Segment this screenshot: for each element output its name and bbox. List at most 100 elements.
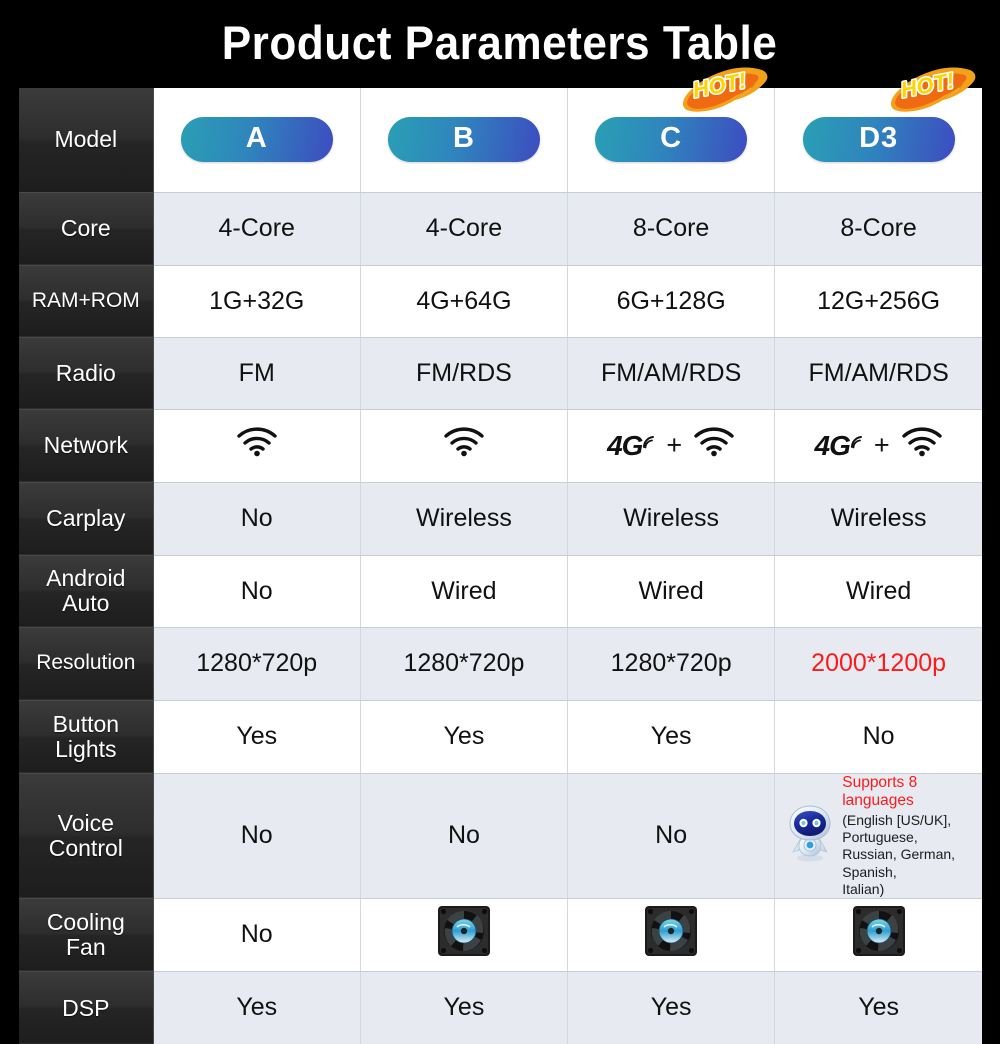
languages-text: Supports 8 languages (English [US/UK], P… [842, 774, 976, 898]
row-label-text: Carplay [46, 505, 126, 532]
row-label-button-lights: Button Lights [19, 700, 154, 774]
wifi-icon [236, 427, 278, 463]
model-badge-b[interactable]: B [387, 117, 540, 163]
row-label-text-line2: Control [48, 834, 123, 861]
row-label-android-auto: Android Auto [19, 555, 154, 628]
row-label-cooling-fan: Cooling Fan [19, 898, 154, 972]
plus-icon: + [666, 430, 683, 460]
cell-button-lights-c: Yes [567, 700, 776, 774]
cell-carplay-d3: Wireless [774, 482, 982, 556]
cell-core-b: 4-Core [360, 192, 569, 266]
cell-radio-c: FM/AM/RDS [567, 337, 776, 410]
table-row-carplay: Carplay No Wireless Wireless Wireless [19, 482, 982, 556]
languages-detail-line-3: Italian) [842, 880, 885, 897]
cell-network-b [360, 409, 569, 483]
cell-radio-b: FM/RDS [360, 337, 569, 410]
cell-voice-control-b: No [360, 773, 569, 899]
row-label-text: Resolution [36, 651, 136, 675]
cell-voice-control-a: No [153, 773, 361, 899]
cell-button-lights-a: Yes [153, 700, 361, 774]
cell-core-d3: 8-Core [774, 192, 982, 266]
cell-ram-rom-d3: 12G+256G [774, 265, 982, 338]
cell-android-auto-d3: Wired [774, 555, 982, 628]
cell-network-c: 4G + [567, 409, 776, 483]
model-badge-c[interactable]: C [595, 117, 748, 163]
page-title: Product Parameters Table [222, 15, 778, 69]
model-cell-b: B [360, 88, 569, 193]
row-label-text-line2: Fan [65, 933, 106, 960]
table-row-network: Network 4G + 4G + [19, 409, 982, 483]
cell-dsp-d3: Yes [774, 971, 982, 1044]
row-label-text: Core [60, 215, 111, 242]
cell-carplay-a: No [153, 482, 361, 556]
cooling-fan-icon [640, 903, 702, 966]
cell-resolution-a: 1280*720p [153, 627, 361, 701]
row-label-dsp: DSP [19, 971, 154, 1044]
cell-carplay-c: Wireless [567, 482, 776, 556]
model-badge-a[interactable]: A [180, 117, 333, 163]
plus-icon: + [873, 430, 890, 460]
cell-core-a: 4-Core [153, 192, 361, 266]
languages-headline: Supports 8 languages [842, 773, 918, 810]
cell-cooling-fan-d3 [774, 898, 982, 972]
cell-ram-rom-b: 4G+64G [360, 265, 569, 338]
model-badge-d3[interactable]: D3 [802, 117, 955, 163]
cell-button-lights-d3: No [774, 700, 982, 774]
row-label-text: RAM+ROM [31, 288, 140, 312]
network-combo: 4G + [568, 427, 774, 464]
cell-dsp-b: Yes [360, 971, 569, 1044]
wifi-icon [901, 427, 943, 464]
table-row-dsp: DSP Yes Yes Yes Yes [19, 971, 982, 1044]
row-label-resolution: Resolution [19, 627, 154, 701]
4g-icon: 4G [607, 430, 655, 462]
cell-radio-a: FM [153, 337, 361, 410]
languages-detail-line-2: Russian, German, Spanish, [842, 846, 956, 880]
model-cell-d3: HOT! HOT! D3 [774, 66, 982, 193]
cell-button-lights-b: Yes [360, 700, 569, 774]
cell-cooling-fan-b [360, 898, 569, 972]
cell-dsp-c: Yes [567, 971, 776, 1044]
row-label-network: Network [19, 409, 154, 483]
row-label-ram-rom: RAM+ROM [19, 265, 154, 338]
row-label-text: DSP [62, 994, 110, 1021]
cell-network-d3: 4G + [774, 409, 982, 483]
model-cell-c: HOT! HOT! C [567, 66, 776, 193]
row-label-model: Model [19, 88, 154, 193]
spec-table-container: Model A B HOT! HOT! C HOT! HOT! D3 Core … [19, 66, 982, 1044]
title-bar: Product Parameters Table [0, 0, 1000, 84]
cell-carplay-b: Wireless [360, 482, 569, 556]
model-cell-a: A [153, 88, 361, 193]
product-parameters-page: Product Parameters Table Model A B HOT! … [0, 0, 1000, 1044]
row-label-voice-control: Voice Control [19, 773, 154, 899]
table-row-radio: Radio FM FM/RDS FM/AM/RDS FM/AM/RDS [19, 337, 982, 410]
row-label-core: Core [19, 192, 154, 266]
cell-voice-control-d3: Supports 8 languages (English [US/UK], P… [774, 773, 982, 899]
row-label-text-line2: Lights [55, 735, 117, 762]
row-label-text: Radio [55, 359, 116, 386]
languages-detail-line-1: (English [US/UK], Portuguese, [842, 812, 952, 846]
cell-cooling-fan-c [567, 898, 776, 972]
wifi-icon [693, 427, 735, 464]
cell-resolution-d3: 2000*1200p [774, 627, 982, 701]
cell-resolution-b: 1280*720p [360, 627, 569, 701]
row-label-text: Network [43, 432, 128, 459]
row-label-text-line2: Auto [62, 590, 110, 616]
row-label-text: Android [46, 565, 126, 592]
row-label-text: Model [54, 126, 118, 153]
cell-android-auto-c: Wired [567, 555, 776, 628]
row-label-carplay: Carplay [19, 482, 154, 556]
cell-android-auto-b: Wired [360, 555, 569, 628]
table-row-ram-rom: RAM+ROM 1G+32G 4G+64G 6G+128G 12G+256G [19, 265, 982, 338]
cell-ram-rom-c: 6G+128G [567, 265, 776, 338]
cell-ram-rom-a: 1G+32G [153, 265, 361, 338]
network-combo: 4G + [775, 427, 982, 464]
row-label-text: Button [52, 710, 120, 737]
row-label-text: Cooling [46, 908, 125, 935]
cell-dsp-a: Yes [153, 971, 361, 1044]
cell-core-c: 8-Core [567, 192, 776, 266]
table-row-core: Core 4-Core 4-Core 8-Core 8-Core [19, 192, 982, 266]
4g-icon: 4G [815, 430, 863, 462]
cooling-fan-icon [433, 903, 495, 966]
spec-table: Model A B HOT! HOT! C HOT! HOT! D3 Core … [19, 66, 982, 1044]
cell-radio-d3: FM/AM/RDS [774, 337, 982, 410]
